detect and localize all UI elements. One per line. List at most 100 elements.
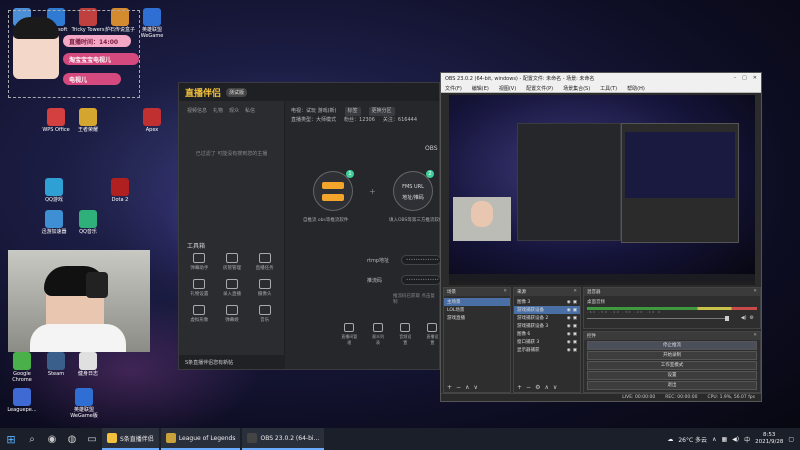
lock-icon[interactable]: ▣	[573, 340, 577, 345]
desktop-icon[interactable]: Apex	[134, 108, 170, 133]
mode-card-1[interactable]: 1	[313, 170, 354, 211]
lock-icon[interactable]: ▣	[573, 316, 577, 321]
stream-info-item[interactable]: 更换分区	[368, 107, 395, 116]
control-button[interactable]: 停止推流	[587, 341, 757, 350]
control-button[interactable]: 工作室模式	[587, 361, 757, 370]
mode-card-2[interactable]: FMS URL 地址/推码 2	[393, 170, 434, 211]
stream-key-input[interactable]: ••••••••••••••	[401, 275, 441, 285]
live-partner-notice[interactable]: S条直播伴侣您有新帖	[179, 355, 285, 369]
obs-window[interactable]: OBS 23.0.2 (64-bit, windows) - 配置文件: 未命名…	[440, 72, 762, 402]
obs-menu-item[interactable]: 工具(T)	[600, 85, 617, 92]
taskbar-task[interactable]: League of Legends	[160, 428, 241, 450]
toolbox-item[interactable]: 房管管理	[216, 253, 249, 271]
toolbox-item[interactable]: 虚拟形象	[183, 305, 216, 323]
move-down-icon[interactable]: ∨	[473, 384, 477, 391]
taskbar-task[interactable]: OBS 23.0.2 (64-bi...	[242, 428, 325, 450]
obs-titlebar[interactable]: OBS 23.0.2 (64-bit, windows) - 配置文件: 未命名…	[441, 73, 761, 83]
live-partner-action[interactable]: 直播间管理	[341, 323, 357, 346]
live-partner-action[interactable]: 观众列表	[371, 323, 384, 346]
desktop-icon[interactable]: 王者荣耀	[70, 108, 106, 133]
obs-menu-item[interactable]: 视图(V)	[499, 85, 516, 92]
obs-tab-label[interactable]: OBS	[425, 145, 438, 152]
toolbox-item[interactable]: 礼物设置	[183, 279, 216, 297]
minimize-icon[interactable]: –	[734, 75, 737, 81]
obs-menu-item[interactable]: 场景集合(S)	[563, 85, 590, 92]
source-item[interactable]: 游戏捕获设备 3 ◉ ▣	[514, 322, 580, 330]
maximize-icon[interactable]: □	[742, 75, 747, 81]
obs-menu-item[interactable]: 配置文件(P)	[526, 85, 553, 92]
eye-icon[interactable]: ◉	[567, 308, 571, 313]
taskbar-task[interactable]: S条直播伴侣	[102, 428, 159, 450]
dock-close-icon[interactable]: ✕	[753, 333, 757, 339]
source-item[interactable]: 游戏捕获设备 2 ◉ ▣	[514, 314, 580, 322]
clock[interactable]: 8:53 2021/9/28	[755, 432, 783, 446]
source-item[interactable]: 窗口捕获 3 ◉ ▣	[514, 338, 580, 346]
eye-icon[interactable]: ◉	[567, 348, 571, 353]
eye-icon[interactable]: ◉	[567, 332, 571, 337]
rtmp-input[interactable]: ••••••••••••••	[401, 255, 441, 265]
volume-slider[interactable]: ◀) ⚙	[587, 315, 757, 321]
lock-icon[interactable]: ▣	[573, 324, 577, 329]
eye-icon[interactable]: ◉	[567, 324, 571, 329]
desktop-icon[interactable]: QQ游戏	[36, 178, 72, 203]
add-source-icon[interactable]: +	[517, 384, 522, 391]
obs-menu-item[interactable]: 编辑(E)	[472, 85, 489, 92]
scene-item[interactable]: 主场景	[444, 298, 510, 306]
volume-knob[interactable]	[725, 316, 729, 321]
desktop-icon[interactable]: Steam	[38, 352, 74, 377]
network-icon[interactable]: ▦	[721, 436, 727, 443]
live-partner-action[interactable]: 直播设置	[426, 323, 439, 346]
weather-text[interactable]: 26°C 多云	[678, 435, 707, 444]
dock-close-icon[interactable]: ✕	[573, 289, 577, 295]
notification-icon[interactable]: ▢	[788, 436, 794, 443]
toolbox-item[interactable]: 摄像头	[248, 279, 281, 297]
preview-scrollbar[interactable]	[449, 281, 755, 285]
lock-icon[interactable]: ▣	[573, 300, 577, 305]
desktop-icon[interactable]: Dota 2	[102, 178, 138, 203]
source-item[interactable]: 图像 6 ◉ ▣	[514, 330, 580, 338]
control-button[interactable]: 退出	[587, 381, 757, 390]
move-down-icon[interactable]: ∨	[553, 384, 557, 391]
desktop-icon[interactable]: 健身日志	[70, 352, 106, 377]
search-icon[interactable]: ⌕	[22, 428, 42, 450]
eye-icon[interactable]: ◉	[567, 300, 571, 305]
dock-close-icon[interactable]: ✕	[753, 289, 757, 295]
control-button[interactable]: 开始录制	[587, 351, 757, 360]
toolbox-item[interactable]: 直播任务	[248, 253, 281, 271]
gear-icon[interactable]: ⚙	[750, 315, 754, 321]
weather-icon[interactable]: ☁	[667, 436, 673, 443]
desktop-icon[interactable]: WPS Office	[38, 108, 74, 133]
chrome-icon[interactable]: ◍	[62, 428, 82, 450]
lock-icon[interactable]: ▣	[573, 332, 577, 337]
dock-close-icon[interactable]: ✕	[503, 289, 507, 295]
toolbox-item[interactable]: 音乐	[248, 305, 281, 323]
desktop-icon[interactable]: 迅游加速器	[36, 210, 72, 235]
desktop-icon[interactable]: 英雄联盟 WeGame版	[66, 388, 102, 419]
stream-info-item[interactable]: 标签	[344, 107, 361, 116]
gear-icon[interactable]: ⚙	[535, 384, 540, 391]
eye-icon[interactable]: ◉	[567, 316, 571, 321]
sidebar-tab[interactable]: 视频信息	[187, 107, 207, 114]
close-icon[interactable]: ✕	[753, 75, 757, 81]
lock-icon[interactable]: ▣	[573, 308, 577, 313]
desktop-icon[interactable]: Google Chrome	[4, 352, 40, 383]
steam-icon[interactable]: ◉	[42, 428, 62, 450]
move-up-icon[interactable]: ∧	[544, 384, 548, 391]
eye-icon[interactable]: ◉	[567, 340, 571, 345]
desktop-icon[interactable]: QQ音乐	[70, 210, 106, 235]
desktop-icon[interactable]: Leaguepe...	[4, 388, 40, 413]
scene-item[interactable]: LOL场景	[444, 306, 510, 314]
scene-item[interactable]: 游戏直播	[444, 314, 510, 322]
remove-source-icon[interactable]: −	[526, 384, 531, 391]
windows-start-icon[interactable]: ⊞	[0, 428, 22, 450]
control-button[interactable]: 设置	[587, 371, 757, 380]
speaker-icon[interactable]: ◀)	[741, 315, 747, 321]
live-partner-titlebar[interactable]: 直播伴侣 测试版	[179, 83, 439, 101]
lock-icon[interactable]: ▣	[573, 348, 577, 353]
toolbox-item[interactable]: 录入直播	[216, 279, 249, 297]
source-item[interactable]: 图像 3 ◉ ▣	[514, 298, 580, 306]
source-item[interactable]: 显示器捕获 ◉ ▣	[514, 346, 580, 354]
obs-menu-item[interactable]: 文件(F)	[445, 85, 462, 92]
source-item[interactable]: 游戏捕获设备 ◉ ▣	[514, 306, 580, 314]
obs-menu-item[interactable]: 帮助(H)	[627, 85, 645, 92]
